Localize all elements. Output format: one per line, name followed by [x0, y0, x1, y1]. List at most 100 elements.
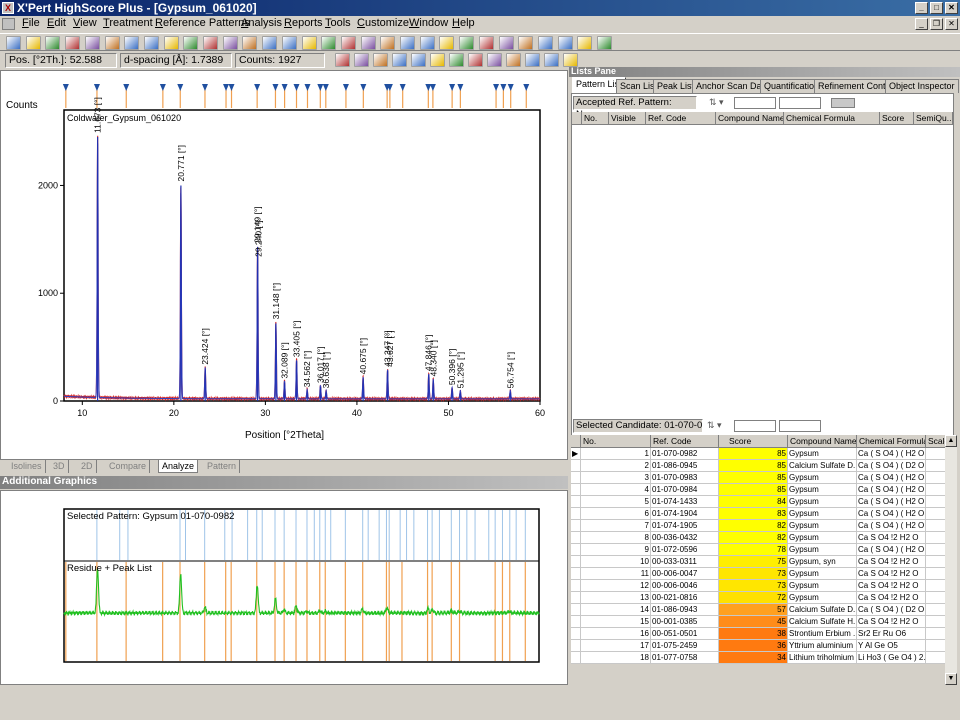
col-compound-name[interactable]: Compound Name	[716, 112, 784, 125]
peak-marker[interactable]	[457, 84, 464, 91]
close-button[interactable]: ✕	[945, 2, 958, 14]
candidate-row[interactable]: 2 01-086-0945 85 Calcium Sulfate D... Ca ( S…	[571, 460, 954, 472]
scroll-down-button[interactable]: ▼	[945, 673, 957, 685]
toolbar-icon[interactable]	[104, 36, 120, 50]
additional-graphics-panel[interactable]: Selected Pattern: Gypsum 01-070-0982 Res…	[0, 490, 568, 685]
toolbar-icon[interactable]	[411, 53, 426, 67]
peak-marker[interactable]	[399, 84, 406, 91]
cand-col-ref-code[interactable]: Ref. Code	[651, 435, 719, 448]
peak-marker[interactable]	[93, 84, 100, 91]
tab-pattern[interactable]: Pattern	[204, 460, 241, 473]
toolbar-icon[interactable]	[321, 36, 337, 50]
menu-analysis[interactable]: Analysis	[239, 17, 284, 29]
toolbar-icon[interactable]	[242, 36, 258, 50]
menu-edit[interactable]: Edit	[45, 17, 68, 29]
peak-marker[interactable]	[360, 84, 367, 91]
peak-marker[interactable]	[254, 84, 261, 91]
toolbar-icon[interactable]	[557, 36, 573, 50]
toolbar-icon[interactable]	[373, 53, 388, 67]
peak-marker[interactable]	[500, 84, 507, 91]
toolbar-icon[interactable]	[222, 36, 238, 50]
tab-compare[interactable]: Compare	[106, 460, 151, 473]
col-semiquant[interactable]: SemiQu...	[914, 112, 953, 125]
menu-help[interactable]: Help	[450, 17, 477, 29]
candidate-row[interactable]: 3 01-070-0983 85 Gypsum Ca ( S O4 ) ( H2 O..…	[571, 472, 954, 484]
candidate-row[interactable]: 6 01-074-1904 83 Gypsum Ca ( S O4 ) ( H2 O..…	[571, 508, 954, 520]
peak-marker[interactable]	[201, 84, 208, 91]
app-icon[interactable]: X	[2, 2, 14, 14]
candidate-filter-1[interactable]	[734, 420, 776, 432]
peak-marker[interactable]	[281, 84, 288, 91]
col-no[interactable]: No.	[582, 112, 609, 125]
peak-marker[interactable]	[523, 84, 530, 91]
toolbar-icon[interactable]	[468, 53, 483, 67]
toolbar-icon[interactable]	[563, 53, 578, 67]
menu-reports[interactable]: Reports	[282, 17, 325, 29]
candidate-row[interactable]: 12 00-006-0046 73 Gypsum Ca S O4 !2 H2 O	[571, 580, 954, 592]
toolbar-icon[interactable]	[449, 53, 464, 67]
toolbar-icon[interactable]	[183, 36, 199, 50]
toolbar-icon[interactable]	[380, 36, 396, 50]
candidate-row[interactable]: 7 01-074-1905 82 Gypsum Ca ( S O4 ) ( H2 O..…	[571, 520, 954, 532]
menu-tools[interactable]: Tools	[323, 17, 353, 29]
menu-treatment[interactable]: Treatment	[101, 17, 155, 29]
candidate-row[interactable]: 11 00-006-0047 73 Gypsum Ca S O4 !2 H2 O	[571, 568, 954, 580]
toolbar-icon[interactable]	[439, 36, 455, 50]
peak-marker[interactable]	[293, 84, 300, 91]
toolbar-icon[interactable]	[143, 36, 159, 50]
cand-col-compound-name[interactable]: Compound Name	[788, 435, 857, 448]
doc-icon[interactable]	[2, 18, 15, 30]
peak-marker[interactable]	[304, 84, 311, 91]
toolbar-icon[interactable]	[354, 53, 369, 67]
menu-window[interactable]: Window	[407, 17, 450, 29]
toolbar-icon[interactable]	[340, 36, 356, 50]
col-visible[interactable]: Visible	[609, 112, 646, 125]
toolbar-icon[interactable]	[577, 36, 593, 50]
peak-marker[interactable]	[429, 84, 436, 91]
candidate-row[interactable]: 18 01-077-0758 34 Lithium triholmium ... Li …	[571, 652, 954, 664]
peak-marker[interactable]	[507, 84, 514, 91]
menu-file[interactable]: File	[20, 17, 42, 29]
toolbar-icon[interactable]	[6, 36, 21, 50]
toolbar-icon[interactable]	[506, 53, 521, 67]
candidate-row[interactable]: 10 00-033-0311 75 Gypsum, syn Ca S O4 !2 H2 …	[571, 556, 954, 568]
candidate-row[interactable]: 5 01-074-1433 84 Gypsum Ca ( S O4 ) ( H2 O..…	[571, 496, 954, 508]
toolbar-icon[interactable]	[525, 53, 540, 67]
col-chemical-formula[interactable]: Chemical Formula	[784, 112, 880, 125]
peak-marker[interactable]	[449, 84, 456, 91]
toolbar-icon[interactable]	[163, 36, 179, 50]
peak-marker[interactable]	[223, 84, 230, 91]
tab-analyze[interactable]: Analyze	[158, 460, 199, 473]
diffraction-chart[interactable]: Counts Coldwater_Gypsum_061020 Position …	[1, 71, 567, 459]
peak-marker[interactable]	[123, 84, 130, 91]
toolbar-icon[interactable]	[430, 53, 445, 67]
peak-marker[interactable]	[493, 84, 500, 91]
menu-reference-patterns[interactable]: Reference Patterns	[153, 17, 252, 29]
toolbar-icon[interactable]	[281, 36, 297, 50]
tab-2d[interactable]: 2D	[78, 460, 97, 473]
minimize-button[interactable]: _	[915, 2, 928, 14]
peak-marker[interactable]	[322, 84, 329, 91]
toolbar-icon[interactable]	[478, 36, 494, 50]
candidate-row[interactable]: 17 01-075-2459 36 Yttrium aluminium ... Y Al…	[571, 640, 954, 652]
toolbar-icon[interactable]	[335, 53, 350, 67]
candidate-row[interactable]: 9 01-072-0596 78 Gypsum Ca ( S O4 ) ( H2 O..…	[571, 544, 954, 556]
toolbar-icon[interactable]	[124, 36, 140, 50]
filter-dropdown[interactable]	[831, 98, 855, 108]
toolbar-icon[interactable]	[544, 53, 559, 67]
menu-view[interactable]: View	[71, 17, 99, 29]
toolbar-icon[interactable]	[84, 36, 100, 50]
peak-marker[interactable]	[272, 84, 279, 91]
toolbar-icon[interactable]	[65, 36, 81, 50]
tab-isolines[interactable]: Isolines	[8, 460, 46, 473]
toolbar-icon[interactable]	[392, 53, 407, 67]
candidate-row[interactable]: 4 01-070-0984 85 Gypsum Ca ( S O4 ) ( H2 O..…	[571, 484, 954, 496]
residue-chart[interactable]: Selected Pattern: Gypsum 01-070-0982 Res…	[1, 491, 567, 684]
toolbar-icon[interactable]	[25, 36, 41, 50]
toolbar-icon[interactable]	[45, 36, 61, 50]
mdi-close-button[interactable]: ✕	[945, 18, 958, 30]
cand-col-no[interactable]: No.	[581, 435, 651, 448]
candidate-scrollbar[interactable]: ▲ ▼	[945, 435, 957, 685]
menu-customize[interactable]: Customize	[355, 17, 411, 29]
toolbar-icon[interactable]	[537, 36, 553, 50]
